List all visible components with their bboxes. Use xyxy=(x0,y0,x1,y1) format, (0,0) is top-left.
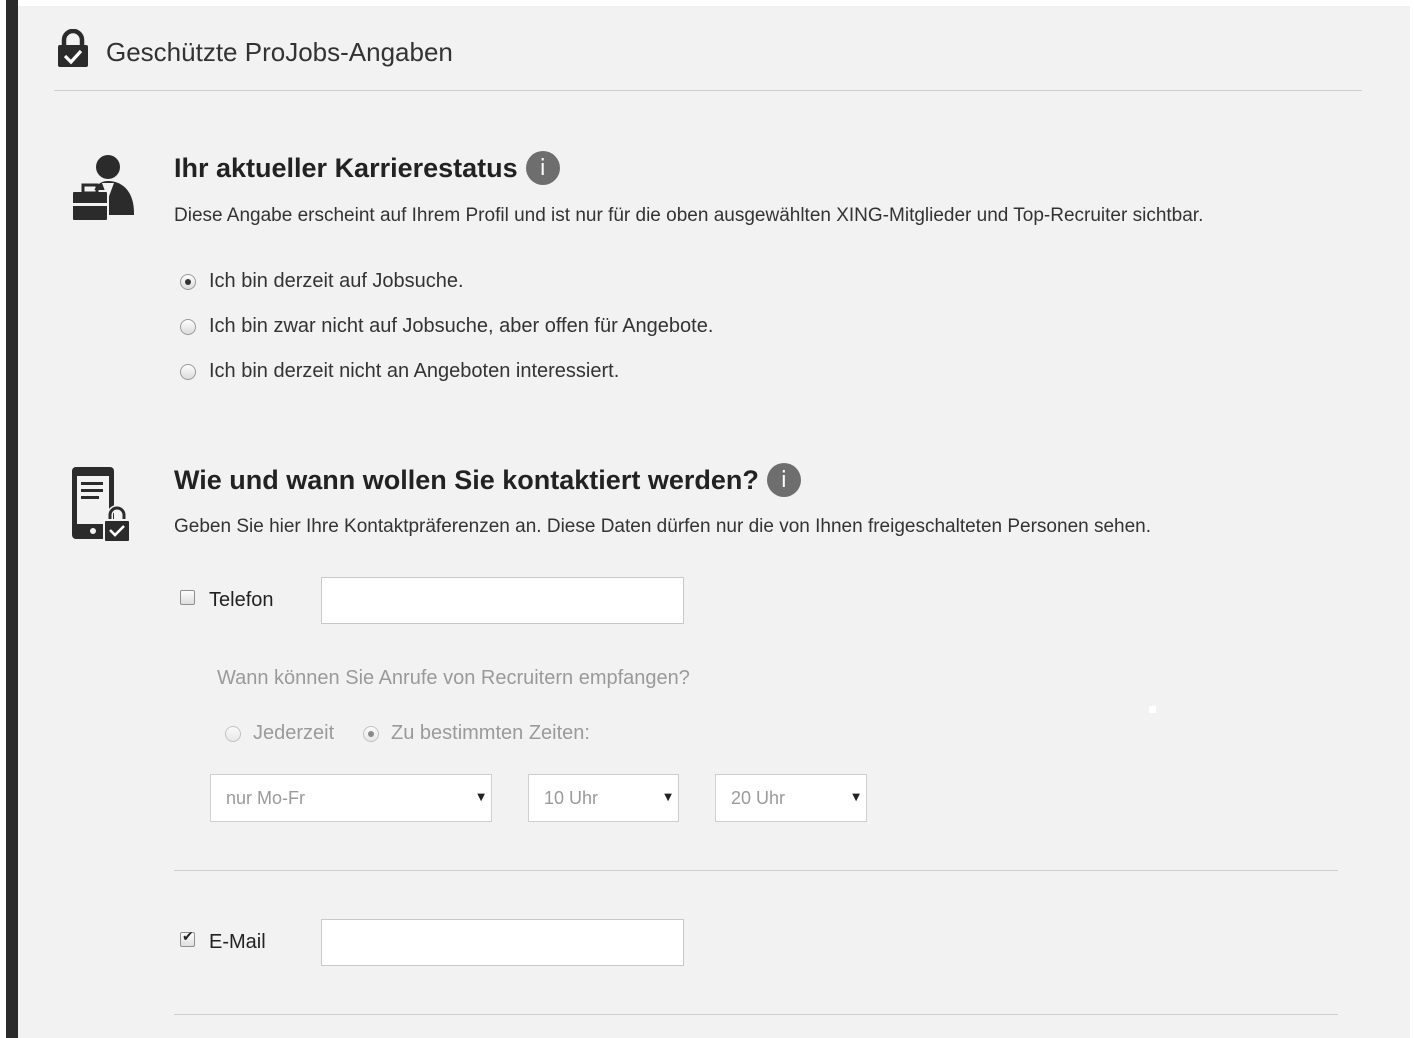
radio-label: Ich bin derzeit nicht an Angeboten inter… xyxy=(209,360,620,382)
person-briefcase-icon xyxy=(70,153,136,228)
career-option-open-to-offers[interactable]: Ich bin zwar nicht auf Jobsuche, aber of… xyxy=(180,315,713,338)
header-divider xyxy=(54,90,1362,91)
radio-label: Zu bestimmten Zeiten: xyxy=(391,722,590,744)
radio-button[interactable] xyxy=(180,273,196,290)
phone-input[interactable] xyxy=(321,577,684,624)
call-option-anytime[interactable]: Jederzeit xyxy=(225,722,334,745)
dropdown-caret-icon: ▼ xyxy=(664,792,672,803)
artifact-dot xyxy=(1149,706,1156,713)
phone-document-lock-icon xyxy=(70,465,132,550)
radio-button[interactable] xyxy=(363,725,379,742)
career-section-title: Ihr aktueller Karrierestatus i xyxy=(174,151,560,185)
contact-description: Geben Sie hier Ihre Kontaktpräferenzen a… xyxy=(174,516,1152,537)
days-select-value: nur Mo-Fr xyxy=(226,787,306,808)
call-option-specific-times[interactable]: Zu bestimmten Zeiten: xyxy=(363,722,590,745)
info-icon[interactable]: i xyxy=(525,151,560,185)
section-divider xyxy=(174,1014,1338,1015)
days-select[interactable]: nur Mo-Fr ▼ xyxy=(210,774,492,822)
radio-label: Ich bin derzeit auf Jobsuche. xyxy=(209,270,464,292)
career-title-text: Ihr aktueller Karrierestatus xyxy=(174,152,518,183)
radio-label: Jederzeit xyxy=(253,722,335,744)
page-title: Geschützte ProJobs-Angaben xyxy=(106,37,453,67)
email-checkbox[interactable] xyxy=(180,929,195,947)
from-time-value: 10 Uhr xyxy=(544,787,599,808)
career-option-not-interested[interactable]: Ich bin derzeit nicht an Angeboten inter… xyxy=(180,360,619,383)
radio-label: Ich bin zwar nicht auf Jobsuche, aber of… xyxy=(209,315,714,337)
lock-check-icon xyxy=(55,28,91,69)
contact-section-title: Wie und wann wollen Sie kontaktiert werd… xyxy=(174,463,801,497)
from-time-select[interactable]: 10 Uhr ▼ xyxy=(528,774,679,822)
email-input[interactable] xyxy=(321,919,684,966)
phone-label: Telefon xyxy=(209,589,274,611)
section-divider xyxy=(174,870,1338,871)
email-label: E-Mail xyxy=(209,931,266,953)
career-description: Diese Angabe erscheint auf Ihrem Profil … xyxy=(174,205,1204,226)
dropdown-caret-icon: ▼ xyxy=(852,792,860,803)
to-time-select[interactable]: 20 Uhr ▼ xyxy=(715,774,867,822)
career-option-job-search[interactable]: Ich bin derzeit auf Jobsuche. xyxy=(180,270,464,293)
radio-button[interactable] xyxy=(180,318,196,335)
info-icon[interactable]: i xyxy=(766,463,801,497)
dropdown-caret-icon: ▼ xyxy=(477,792,485,803)
contact-title-text: Wie und wann wollen Sie kontaktiert werd… xyxy=(174,464,759,495)
to-time-value: 20 Uhr xyxy=(731,787,786,808)
radio-button[interactable] xyxy=(180,363,196,380)
call-time-question: Wann können Sie Anrufe von Recruitern em… xyxy=(217,667,690,689)
left-edge-bar xyxy=(6,0,18,1038)
radio-button[interactable] xyxy=(225,725,241,742)
phone-checkbox[interactable] xyxy=(180,590,195,605)
